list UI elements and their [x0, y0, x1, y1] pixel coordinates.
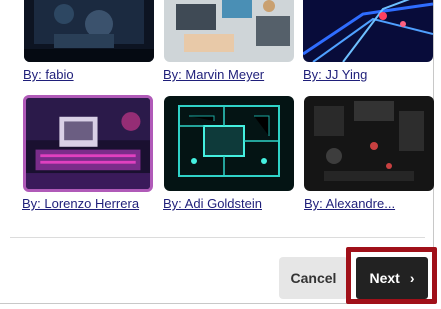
next-button-label: Next	[369, 270, 400, 286]
credit-link-4[interactable]: By: Lorenzo Herrera	[22, 196, 139, 211]
image-thumbnail-2[interactable]	[164, 0, 294, 62]
image-thumbnail-4[interactable]	[23, 95, 153, 192]
footer-divider	[10, 237, 425, 238]
image-thumbnail-3[interactable]	[303, 0, 433, 62]
credit-link-6[interactable]: By: Alexandre...	[304, 196, 395, 211]
credit-link-1[interactable]: By: fabio	[23, 67, 74, 82]
credit-link-2[interactable]: By: Marvin Meyer	[163, 67, 264, 82]
image-thumbnail-1[interactable]	[24, 0, 154, 62]
credit-link-3[interactable]: By: JJ Ying	[303, 67, 367, 82]
next-button[interactable]: Next ›	[356, 257, 428, 299]
chevron-right-icon: ›	[409, 270, 415, 286]
credit-link-5[interactable]: By: Adi Goldstein	[163, 196, 262, 211]
cancel-button[interactable]: Cancel	[279, 257, 348, 299]
image-thumbnail-5[interactable]	[164, 96, 294, 191]
image-thumbnail-6[interactable]	[304, 96, 434, 191]
